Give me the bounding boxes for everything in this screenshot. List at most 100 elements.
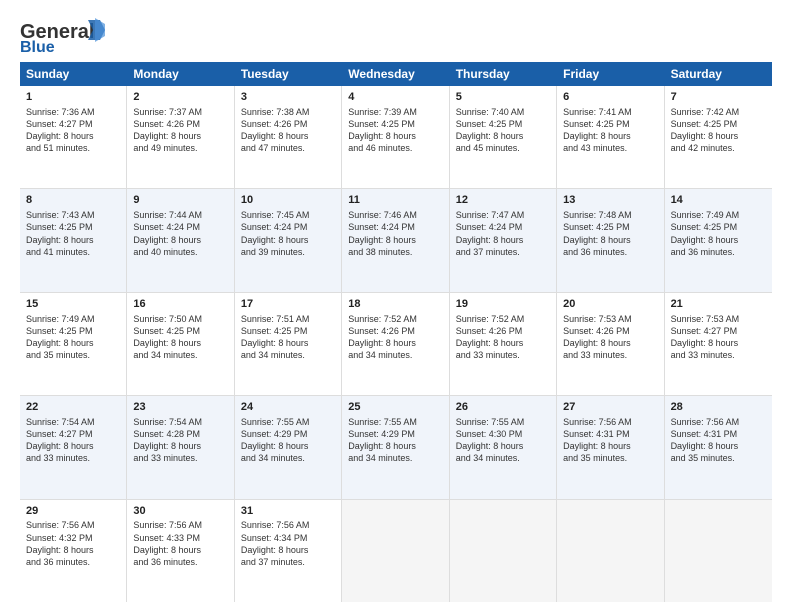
day-number: 16 <box>133 297 227 312</box>
cal-cell-r1-c1: 9Sunrise: 7:44 AM Sunset: 4:24 PM Daylig… <box>127 189 234 291</box>
day-info: Sunrise: 7:50 AM Sunset: 4:25 PM Dayligh… <box>133 313 227 362</box>
day-info: Sunrise: 7:37 AM Sunset: 4:26 PM Dayligh… <box>133 106 227 155</box>
cal-cell-r0-c1: 2Sunrise: 7:37 AM Sunset: 4:26 PM Daylig… <box>127 86 234 188</box>
header-monday: Monday <box>127 62 234 86</box>
day-number: 11 <box>348 193 442 208</box>
calendar: Sunday Monday Tuesday Wednesday Thursday… <box>20 62 772 602</box>
calendar-row-5: 29Sunrise: 7:56 AM Sunset: 4:32 PM Dayli… <box>20 500 772 602</box>
calendar-body: 1Sunrise: 7:36 AM Sunset: 4:27 PM Daylig… <box>20 86 772 602</box>
day-info: Sunrise: 7:42 AM Sunset: 4:25 PM Dayligh… <box>671 106 766 155</box>
day-number: 30 <box>133 504 227 519</box>
cal-cell-r4-c0: 29Sunrise: 7:56 AM Sunset: 4:32 PM Dayli… <box>20 500 127 602</box>
cal-cell-r1-c3: 11Sunrise: 7:46 AM Sunset: 4:24 PM Dayli… <box>342 189 449 291</box>
logo-icon: General Blue <box>20 16 110 54</box>
day-number: 8 <box>26 193 120 208</box>
day-number: 17 <box>241 297 335 312</box>
cal-cell-r3-c4: 26Sunrise: 7:55 AM Sunset: 4:30 PM Dayli… <box>450 396 557 498</box>
page: General Blue Sunday Monday Tuesday Wedne… <box>0 0 792 612</box>
day-info: Sunrise: 7:48 AM Sunset: 4:25 PM Dayligh… <box>563 209 657 258</box>
day-info: Sunrise: 7:56 AM Sunset: 4:31 PM Dayligh… <box>671 416 766 465</box>
day-info: Sunrise: 7:38 AM Sunset: 4:26 PM Dayligh… <box>241 106 335 155</box>
cal-cell-r0-c2: 3Sunrise: 7:38 AM Sunset: 4:26 PM Daylig… <box>235 86 342 188</box>
cal-cell-r1-c6: 14Sunrise: 7:49 AM Sunset: 4:25 PM Dayli… <box>665 189 772 291</box>
logo: General Blue <box>20 16 110 54</box>
cal-cell-r2-c3: 18Sunrise: 7:52 AM Sunset: 4:26 PM Dayli… <box>342 293 449 395</box>
cal-cell-r4-c2: 31Sunrise: 7:56 AM Sunset: 4:34 PM Dayli… <box>235 500 342 602</box>
cal-cell-r0-c6: 7Sunrise: 7:42 AM Sunset: 4:25 PM Daylig… <box>665 86 772 188</box>
cal-cell-r1-c0: 8Sunrise: 7:43 AM Sunset: 4:25 PM Daylig… <box>20 189 127 291</box>
day-number: 22 <box>26 400 120 415</box>
day-number: 19 <box>456 297 550 312</box>
day-info: Sunrise: 7:49 AM Sunset: 4:25 PM Dayligh… <box>26 313 120 362</box>
day-info: Sunrise: 7:39 AM Sunset: 4:25 PM Dayligh… <box>348 106 442 155</box>
header-saturday: Saturday <box>665 62 772 86</box>
cal-cell-r2-c6: 21Sunrise: 7:53 AM Sunset: 4:27 PM Dayli… <box>665 293 772 395</box>
day-number: 6 <box>563 90 657 105</box>
day-info: Sunrise: 7:56 AM Sunset: 4:31 PM Dayligh… <box>563 416 657 465</box>
calendar-row-1: 1Sunrise: 7:36 AM Sunset: 4:27 PM Daylig… <box>20 86 772 189</box>
cal-cell-r3-c5: 27Sunrise: 7:56 AM Sunset: 4:31 PM Dayli… <box>557 396 664 498</box>
day-number: 25 <box>348 400 442 415</box>
cal-cell-r0-c4: 5Sunrise: 7:40 AM Sunset: 4:25 PM Daylig… <box>450 86 557 188</box>
cal-cell-r4-c4 <box>450 500 557 602</box>
day-info: Sunrise: 7:53 AM Sunset: 4:26 PM Dayligh… <box>563 313 657 362</box>
cal-cell-r4-c3 <box>342 500 449 602</box>
cal-cell-r2-c5: 20Sunrise: 7:53 AM Sunset: 4:26 PM Dayli… <box>557 293 664 395</box>
cal-cell-r4-c5 <box>557 500 664 602</box>
header-wednesday: Wednesday <box>342 62 449 86</box>
calendar-row-3: 15Sunrise: 7:49 AM Sunset: 4:25 PM Dayli… <box>20 293 772 396</box>
day-number: 13 <box>563 193 657 208</box>
day-info: Sunrise: 7:41 AM Sunset: 4:25 PM Dayligh… <box>563 106 657 155</box>
day-number: 20 <box>563 297 657 312</box>
cal-cell-r0-c5: 6Sunrise: 7:41 AM Sunset: 4:25 PM Daylig… <box>557 86 664 188</box>
day-info: Sunrise: 7:49 AM Sunset: 4:25 PM Dayligh… <box>671 209 766 258</box>
day-number: 28 <box>671 400 766 415</box>
cal-cell-r3-c1: 23Sunrise: 7:54 AM Sunset: 4:28 PM Dayli… <box>127 396 234 498</box>
day-number: 3 <box>241 90 335 105</box>
day-info: Sunrise: 7:56 AM Sunset: 4:32 PM Dayligh… <box>26 519 120 568</box>
day-number: 9 <box>133 193 227 208</box>
day-info: Sunrise: 7:54 AM Sunset: 4:28 PM Dayligh… <box>133 416 227 465</box>
day-number: 29 <box>26 504 120 519</box>
day-info: Sunrise: 7:46 AM Sunset: 4:24 PM Dayligh… <box>348 209 442 258</box>
day-info: Sunrise: 7:51 AM Sunset: 4:25 PM Dayligh… <box>241 313 335 362</box>
day-number: 31 <box>241 504 335 519</box>
day-number: 27 <box>563 400 657 415</box>
header-friday: Friday <box>557 62 664 86</box>
cal-cell-r3-c0: 22Sunrise: 7:54 AM Sunset: 4:27 PM Dayli… <box>20 396 127 498</box>
calendar-row-4: 22Sunrise: 7:54 AM Sunset: 4:27 PM Dayli… <box>20 396 772 499</box>
day-info: Sunrise: 7:53 AM Sunset: 4:27 PM Dayligh… <box>671 313 766 362</box>
calendar-header: Sunday Monday Tuesday Wednesday Thursday… <box>20 62 772 86</box>
day-info: Sunrise: 7:44 AM Sunset: 4:24 PM Dayligh… <box>133 209 227 258</box>
day-info: Sunrise: 7:55 AM Sunset: 4:30 PM Dayligh… <box>456 416 550 465</box>
day-info: Sunrise: 7:56 AM Sunset: 4:34 PM Dayligh… <box>241 519 335 568</box>
day-info: Sunrise: 7:52 AM Sunset: 4:26 PM Dayligh… <box>456 313 550 362</box>
cal-cell-r3-c3: 25Sunrise: 7:55 AM Sunset: 4:29 PM Dayli… <box>342 396 449 498</box>
day-info: Sunrise: 7:55 AM Sunset: 4:29 PM Dayligh… <box>241 416 335 465</box>
cal-cell-r4-c1: 30Sunrise: 7:56 AM Sunset: 4:33 PM Dayli… <box>127 500 234 602</box>
header-thursday: Thursday <box>450 62 557 86</box>
day-info: Sunrise: 7:40 AM Sunset: 4:25 PM Dayligh… <box>456 106 550 155</box>
cal-cell-r2-c0: 15Sunrise: 7:49 AM Sunset: 4:25 PM Dayli… <box>20 293 127 395</box>
day-info: Sunrise: 7:45 AM Sunset: 4:24 PM Dayligh… <box>241 209 335 258</box>
cal-cell-r2-c1: 16Sunrise: 7:50 AM Sunset: 4:25 PM Dayli… <box>127 293 234 395</box>
day-info: Sunrise: 7:52 AM Sunset: 4:26 PM Dayligh… <box>348 313 442 362</box>
day-info: Sunrise: 7:54 AM Sunset: 4:27 PM Dayligh… <box>26 416 120 465</box>
day-info: Sunrise: 7:56 AM Sunset: 4:33 PM Dayligh… <box>133 519 227 568</box>
day-number: 2 <box>133 90 227 105</box>
day-number: 23 <box>133 400 227 415</box>
cal-cell-r3-c2: 24Sunrise: 7:55 AM Sunset: 4:29 PM Dayli… <box>235 396 342 498</box>
day-info: Sunrise: 7:43 AM Sunset: 4:25 PM Dayligh… <box>26 209 120 258</box>
cal-cell-r0-c0: 1Sunrise: 7:36 AM Sunset: 4:27 PM Daylig… <box>20 86 127 188</box>
cal-cell-r1-c4: 12Sunrise: 7:47 AM Sunset: 4:24 PM Dayli… <box>450 189 557 291</box>
header-sunday: Sunday <box>20 62 127 86</box>
day-info: Sunrise: 7:55 AM Sunset: 4:29 PM Dayligh… <box>348 416 442 465</box>
day-number: 10 <box>241 193 335 208</box>
day-number: 14 <box>671 193 766 208</box>
svg-text:Blue: Blue <box>20 39 55 54</box>
cal-cell-r1-c2: 10Sunrise: 7:45 AM Sunset: 4:24 PM Dayli… <box>235 189 342 291</box>
day-info: Sunrise: 7:36 AM Sunset: 4:27 PM Dayligh… <box>26 106 120 155</box>
day-number: 7 <box>671 90 766 105</box>
header: General Blue <box>20 16 772 54</box>
day-number: 4 <box>348 90 442 105</box>
